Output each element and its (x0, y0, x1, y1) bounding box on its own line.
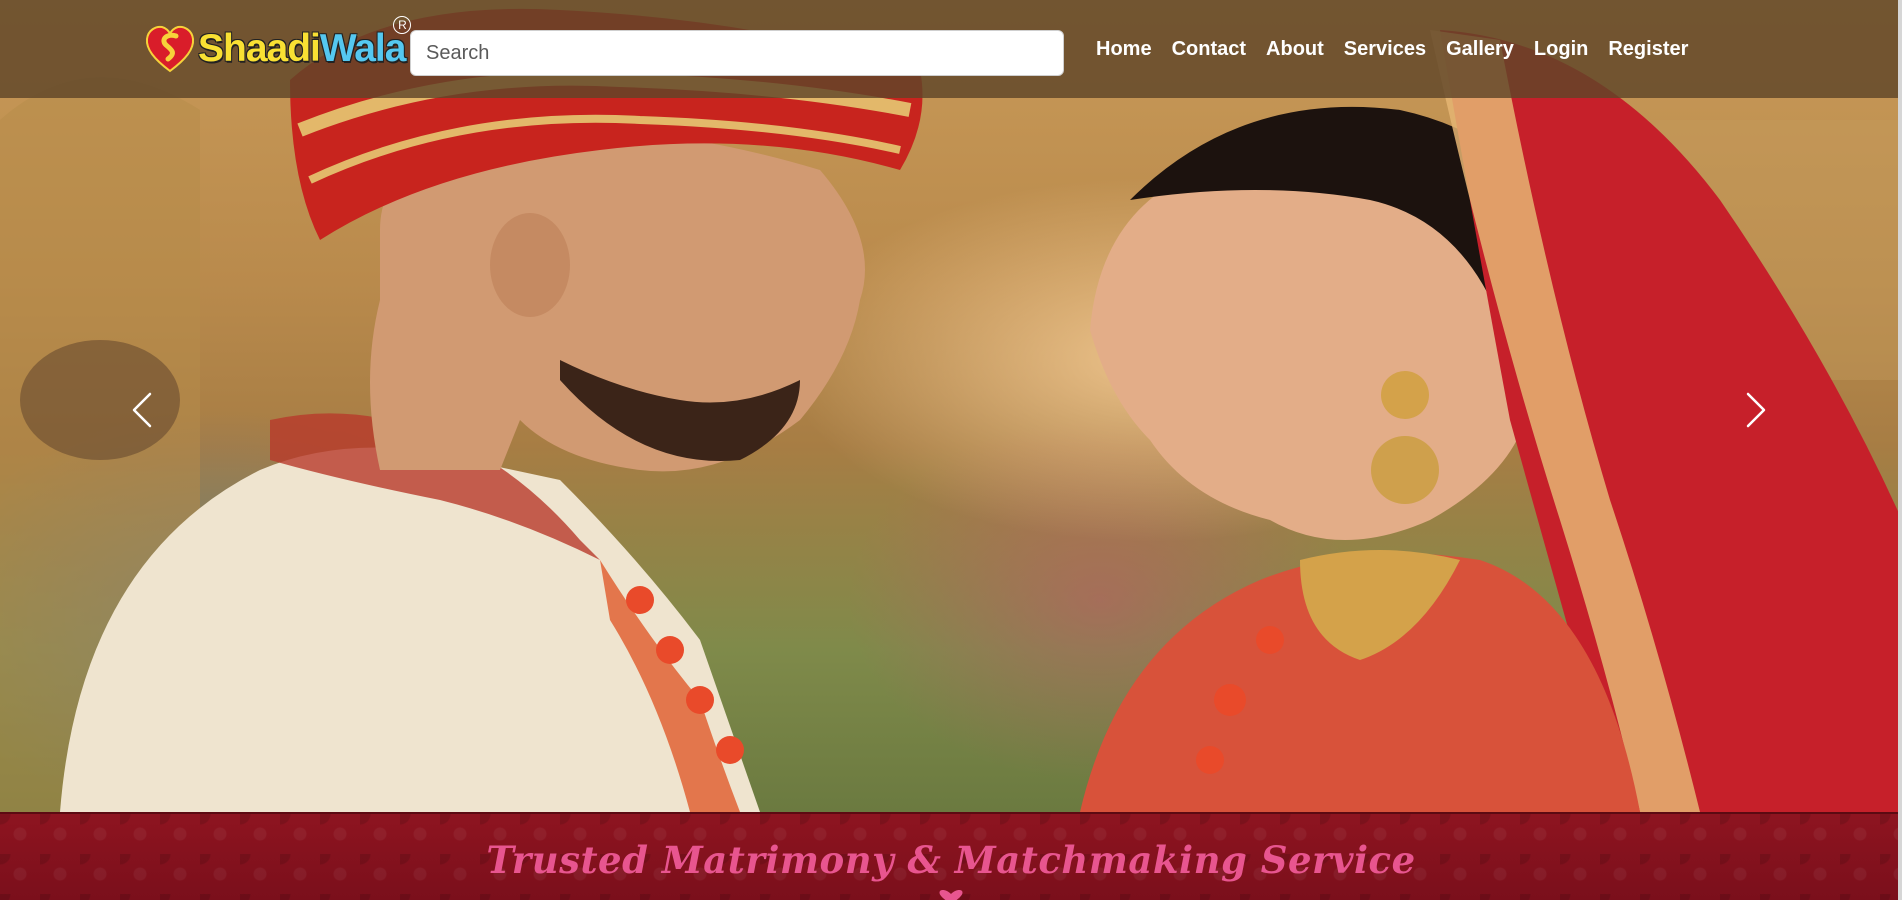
nav-link-login[interactable]: Login (1534, 36, 1588, 62)
nav-link-gallery[interactable]: Gallery (1446, 36, 1514, 62)
carousel-next-button[interactable] (1736, 380, 1776, 440)
nav-link-home[interactable]: Home (1096, 36, 1152, 62)
hero-carousel (0, 0, 1902, 812)
nav-link-about[interactable]: About (1266, 36, 1324, 62)
brand-name-part1: Shaadi (198, 27, 321, 70)
registered-mark-icon: R (393, 16, 412, 34)
carousel-prev-button[interactable] (122, 380, 162, 440)
nav-link-contact[interactable]: Contact (1172, 36, 1246, 62)
chevron-left-icon (132, 392, 152, 428)
main-nav: Home Contact About Services Gallery Logi… (1096, 36, 1708, 62)
hero-photo (0, 8, 1902, 812)
page-scrollbar[interactable] (1898, 0, 1902, 900)
heart-logo-icon (145, 25, 195, 73)
chevron-right-icon (1746, 392, 1766, 428)
brand-logo[interactable]: ShaadiWala R (144, 16, 412, 80)
tagline-banner: Trusted Matrimony & Matchmaking Service (0, 812, 1902, 900)
page: ShaadiWala R Home Contact About Services… (0, 0, 1902, 900)
brand-name-part2: Wala (319, 27, 407, 70)
brand-wordmark: ShaadiWala (198, 27, 407, 71)
tagline-text: Trusted Matrimony & Matchmaking Service (486, 838, 1416, 882)
heart-divider-icon (939, 890, 963, 900)
nav-link-services[interactable]: Services (1344, 36, 1426, 62)
search-input[interactable] (410, 30, 1064, 76)
top-navbar: ShaadiWala R Home Contact About Services… (0, 0, 1902, 98)
nav-link-register[interactable]: Register (1608, 36, 1688, 62)
